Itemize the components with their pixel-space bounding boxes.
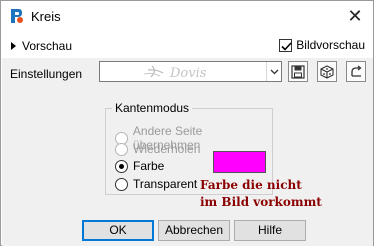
radio-option-color[interactable]: Farbe: [115, 159, 164, 173]
help-button[interactable]: Hilfe: [234, 220, 306, 241]
annotation-note: Farbe die nicht im Bild vorkommt: [200, 177, 322, 211]
expand-triangle-icon: [11, 42, 16, 50]
window-title: Kreis: [31, 9, 61, 24]
svg-text:Dovis: Dovis: [169, 66, 207, 81]
watermark-logo: Dovis: [143, 65, 207, 81]
preview-label: Vorschau: [22, 39, 73, 53]
radio-dot: [119, 163, 124, 169]
save-preset-icon: [291, 64, 305, 79]
image-preview-label: Bildvorschau: [296, 38, 365, 52]
image-preview-checkbox[interactable]: [279, 38, 293, 52]
color-swatch[interactable]: [213, 151, 266, 173]
randomize-icon: [320, 64, 334, 79]
close-icon[interactable]: ✕: [345, 6, 365, 26]
ok-button[interactable]: OK: [82, 220, 154, 241]
settings-panel: Einstellungen Dovis Kantenmodus Andere S…: [2, 58, 373, 246]
radio-label: Transparent: [133, 177, 198, 191]
image-preview-toggle[interactable]: Bildvorschau: [279, 38, 365, 52]
radio-button[interactable]: [115, 142, 128, 156]
paintshop-app-icon: [7, 7, 25, 25]
randomize-button[interactable]: [317, 61, 337, 82]
radio-label: Wiederholen: [133, 142, 201, 156]
radio-option-repeat[interactable]: Wiederholen: [115, 142, 200, 156]
preset-dropdown[interactable]: Dovis: [99, 61, 282, 82]
annotation-line-2: im Bild vorkommt: [200, 195, 322, 209]
settings-label: Einstellungen: [10, 67, 83, 81]
save-preset-button[interactable]: [288, 61, 308, 82]
radio-button[interactable]: [115, 177, 128, 191]
radio-button[interactable]: [115, 159, 128, 173]
edge-mode-title: Kantenmodus: [112, 101, 193, 115]
annotation-line-1: Farbe die nicht: [200, 178, 302, 192]
radio-option-transparent[interactable]: Transparent: [115, 177, 197, 191]
title-bar[interactable]: Kreis ✕: [1, 1, 373, 31]
preview-expander[interactable]: Vorschau: [11, 38, 72, 54]
radio-label: Farbe: [133, 159, 165, 173]
chevron-down-icon[interactable]: [266, 62, 281, 81]
reset-icon: [351, 64, 362, 77]
cancel-button[interactable]: Abbrechen: [158, 220, 230, 241]
kreis-dialog: Kreis ✕ Vorschau Bildvorschau Einstellun…: [0, 0, 374, 246]
reset-button[interactable]: [346, 61, 366, 82]
checkmark-icon: [281, 41, 292, 51]
